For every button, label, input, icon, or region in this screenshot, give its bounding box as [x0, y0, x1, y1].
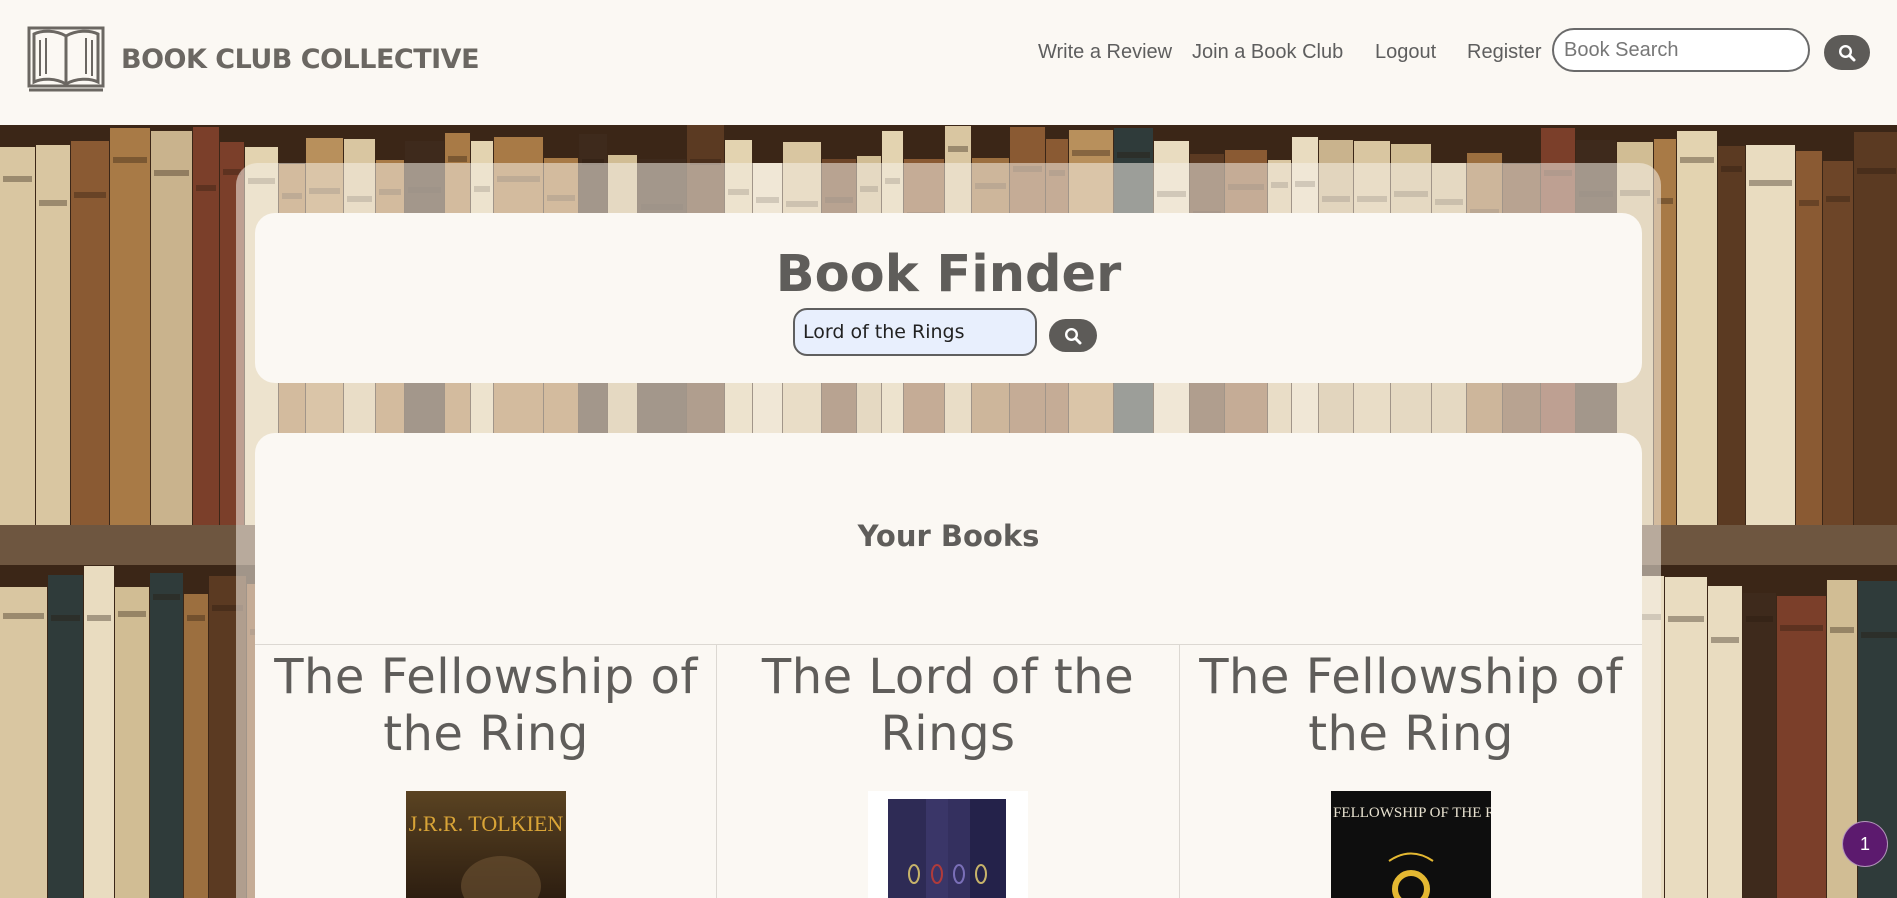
search-icon [1064, 327, 1082, 344]
book-title[interactable]: The Fellowship of the Ring [255, 649, 717, 763]
book-cover-image[interactable] [868, 791, 1028, 898]
brand-name[interactable]: BOOK CLUB COLLECTIVE [121, 44, 480, 75]
book-logo-icon[interactable] [26, 24, 106, 96]
cover-text: J.R.R. TOLKIEN [409, 811, 564, 836]
book-cover-image[interactable]: J.R.R. TOLKIEN [406, 791, 566, 898]
site-header: BOOK CLUB COLLECTIVE Write a Review Join… [0, 0, 1897, 125]
nav-register[interactable]: Register [1467, 41, 1541, 64]
search-icon [1838, 44, 1856, 61]
nav-join-book-club[interactable]: Join a Book Club [1192, 41, 1343, 64]
cover-text: THE FELLOWSHIP OF THE RING [1331, 805, 1491, 821]
nav-logout[interactable]: Logout [1375, 41, 1436, 64]
header-search-button[interactable] [1824, 35, 1870, 70]
header-search-input[interactable] [1552, 28, 1810, 72]
book-finder-input[interactable] [793, 308, 1037, 356]
book-finder-card: Book Finder [255, 213, 1642, 383]
book-card[interactable]: The Fellowship of the Ring J.R.R. TOLKIE… [255, 645, 717, 898]
section-heading: Your Books [857, 519, 1040, 553]
book-finder-search-button[interactable] [1049, 319, 1097, 352]
book-card[interactable]: The Lord of the Rings [717, 645, 1179, 898]
book-title[interactable]: The Fellowship of the Ring [1180, 649, 1642, 763]
nav-write-review[interactable]: Write a Review [1038, 41, 1172, 64]
book-cover-image[interactable]: THE FELLOWSHIP OF THE RING [1331, 791, 1491, 898]
page-title: Book Finder [775, 245, 1122, 304]
book-card[interactable]: The Fellowship of the Ring THE FELLOWSHI… [1180, 645, 1642, 898]
notification-badge[interactable]: 1 [1842, 821, 1888, 867]
your-books-card: Your Books The Fellowship of the Ring J.… [255, 433, 1642, 898]
book-title[interactable]: The Lord of the Rings [717, 649, 1179, 763]
